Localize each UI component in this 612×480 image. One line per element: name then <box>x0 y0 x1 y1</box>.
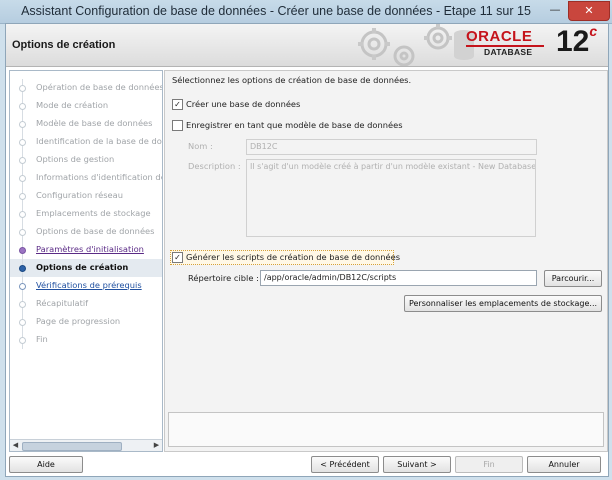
sidebar-horizontal-scrollbar[interactable]: ◀ ▶ <box>10 439 162 451</box>
close-button[interactable]: ✕ <box>568 1 610 21</box>
step-status-icon <box>19 283 26 290</box>
step-status-icon <box>19 265 26 272</box>
step-status-icon <box>19 229 26 236</box>
page-title: Options de création <box>12 39 116 51</box>
generate-scripts-checkbox[interactable]: ✓ <box>172 252 183 263</box>
step-status-icon <box>19 85 26 92</box>
step-status-icon <box>19 103 26 110</box>
sidebar-step-item[interactable]: Paramètres d'initialisation <box>10 241 162 259</box>
step-status-icon <box>19 301 26 308</box>
intro-text: Sélectionnez les options de création de … <box>172 75 412 85</box>
sidebar-step-label: Modèle de base de données <box>36 118 153 128</box>
sidebar-step-label: Informations d'identification de <box>36 172 163 182</box>
target-dir-input[interactable]: /app/oracle/admin/DB12C/scripts <box>260 270 537 286</box>
sidebar-step-label: Mode de création <box>36 100 109 110</box>
create-db-checkbox[interactable]: ✓ <box>172 99 183 110</box>
sidebar-step-label: Opération de base de données <box>36 82 163 92</box>
step-status-icon <box>19 157 26 164</box>
sidebar-step-item: Identification de la base de don <box>10 133 162 151</box>
step-status-icon <box>19 337 26 344</box>
steps-sidebar: Opération de base de données Mode de créa… <box>9 70 163 452</box>
sidebar-step-label: Paramètres d'initialisation <box>36 244 144 254</box>
sidebar-step-label: Page de progression <box>36 316 121 326</box>
create-db-label[interactable]: Créer une base de données <box>186 99 300 109</box>
customize-locations-button[interactable]: Personnaliser les emplacements de stocka… <box>404 295 602 312</box>
version-suffix: c <box>589 24 598 39</box>
sidebar-step-item: Informations d'identification de <box>10 169 162 187</box>
cancel-button[interactable]: Annuler <box>527 456 601 473</box>
sidebar-step-label: Fin <box>36 334 48 344</box>
next-button[interactable]: Suivant > <box>383 456 451 473</box>
version-badge: 12c <box>556 24 598 59</box>
step-status-icon <box>19 121 26 128</box>
description-label: Description : <box>188 161 241 171</box>
window-title: Assistant Configuration de base de donné… <box>21 4 531 18</box>
sidebar-step-item: Emplacements de stockage <box>10 205 162 223</box>
step-status-icon <box>19 139 26 146</box>
step-status-icon <box>19 211 26 218</box>
save-template-label[interactable]: Enregistrer en tant que modèle de base d… <box>186 120 403 130</box>
oracle-logo-text: ORACLE <box>466 28 533 45</box>
sidebar-step-label: Récapitulatif <box>36 298 89 308</box>
sidebar-step-item: Options de gestion <box>10 151 162 169</box>
sidebar-step-label: Options de création <box>36 262 129 272</box>
sidebar-step-label: Emplacements de stockage <box>36 208 151 218</box>
page-header: Options de création ORACLE DATABASE 12c <box>6 24 608 67</box>
oracle-database-logo: ORACLE DATABASE <box>466 28 552 62</box>
sidebar-step-item: Opération de base de données <box>10 79 162 97</box>
sidebar-step-label: Identification de la base de don <box>36 136 163 146</box>
sidebar-step-label: Configuration réseau <box>36 190 124 200</box>
previous-button[interactable]: < Précédent <box>311 456 379 473</box>
sidebar-step-item: Configuration réseau <box>10 187 162 205</box>
sidebar-step-item: Modèle de base de données <box>10 115 162 133</box>
browse-button[interactable]: Parcourir... <box>544 270 602 287</box>
step-status-icon <box>19 247 26 254</box>
generate-scripts-label[interactable]: Générer les scripts de création de base … <box>186 252 400 262</box>
scroll-left-arrow-icon[interactable]: ◀ <box>10 440 21 451</box>
sidebar-step-label: Vérifications de prérequis <box>36 280 142 290</box>
footer-bar: Aide < Précédent Suivant > Fin Annuler <box>6 452 608 476</box>
step-status-icon <box>19 193 26 200</box>
database-logo-text: DATABASE <box>484 47 533 57</box>
sidebar-step-item[interactable]: Vérifications de prérequis <box>10 277 162 295</box>
sidebar-step-label: Options de base de données <box>36 226 155 236</box>
template-description-field[interactable]: Il s'agit d'un modèle créé à partir d'un… <box>246 159 536 237</box>
target-dir-label: Répertoire cible : <box>188 273 259 283</box>
template-name-field[interactable]: DB12C <box>246 139 537 155</box>
content-panel: Sélectionnez les options de création de … <box>164 70 608 452</box>
minimize-button[interactable]: — <box>544 1 566 19</box>
sidebar-step-label: Options de gestion <box>36 154 115 164</box>
help-button[interactable]: Aide <box>9 456 83 473</box>
sidebar-step-item: Options de base de données <box>10 223 162 241</box>
step-status-icon <box>19 175 26 182</box>
message-area <box>168 412 604 447</box>
gears-decoration-icon <box>358 24 474 66</box>
sidebar-step-item: Mode de création <box>10 97 162 115</box>
sidebar-step-item: Page de progression <box>10 313 162 331</box>
scroll-right-arrow-icon[interactable]: ▶ <box>151 440 162 451</box>
sidebar-step-item: Récapitulatif <box>10 295 162 313</box>
sidebar-step-item[interactable]: Options de création <box>10 259 162 277</box>
step-status-icon <box>19 319 26 326</box>
version-number: 12 <box>556 25 590 58</box>
sidebar-step-item: Fin <box>10 331 162 349</box>
wizard-frame: Options de création ORACLE DATABASE 12c … <box>5 23 609 477</box>
finish-button: Fin <box>455 456 523 473</box>
save-template-checkbox[interactable] <box>172 120 183 131</box>
window-titlebar: Assistant Configuration de base de donné… <box>0 0 612 24</box>
scrollbar-thumb[interactable] <box>22 442 122 451</box>
name-label: Nom : <box>188 141 213 151</box>
